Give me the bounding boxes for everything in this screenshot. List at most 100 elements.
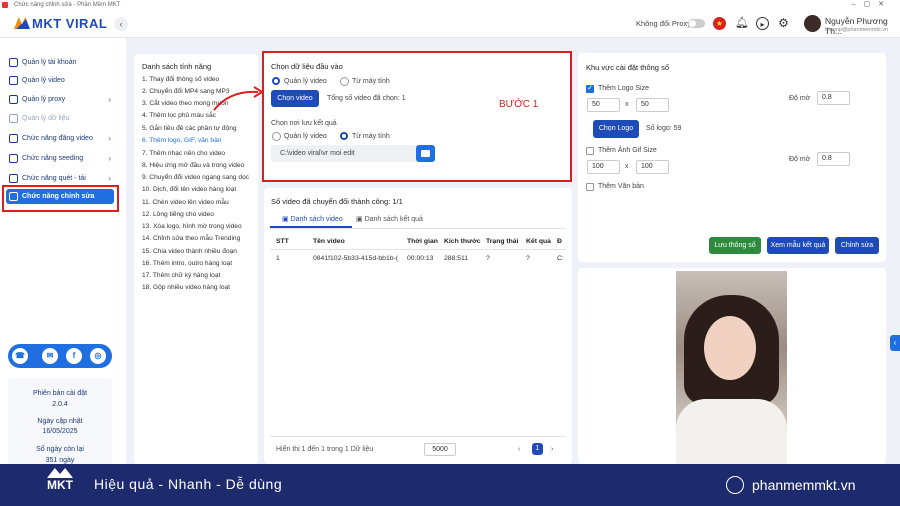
chevron-right-icon: ›	[108, 174, 111, 183]
feature-item[interactable]: 18. Gộp nhiều video hàng loạt	[142, 284, 230, 291]
sidebar-item-videos[interactable]: Quản lý video	[6, 73, 114, 88]
feature-item[interactable]: 12. Lồng tiếng cho video	[142, 211, 214, 218]
table-cell: C:	[557, 255, 564, 262]
feature-item-selected[interactable]: 6. Thêm logo, GIF, văn bản	[142, 137, 221, 144]
sidebar-item-seeding[interactable]: Chức năng seeding ›	[6, 151, 114, 166]
sidebar-item-scan[interactable]: Chức năng quét - tải ›	[6, 171, 114, 186]
gif-height-input[interactable]: 100	[636, 160, 669, 174]
feature-item[interactable]: 13. Xóa logo, hình mờ trong video	[142, 223, 242, 230]
gif-opacity-input[interactable]: 0.8	[817, 152, 850, 166]
results-panel	[264, 188, 572, 464]
column-header: STT	[276, 238, 289, 245]
choose-logo-button[interactable]: Chọn Logo	[593, 120, 639, 138]
sidebar-item-accounts[interactable]: Quản lý tài khoản	[6, 55, 114, 70]
tab-result-list[interactable]: ▣ Danh sách kết quả	[356, 215, 423, 223]
feature-item[interactable]: 8. Hiệu ứng mở đầu và trong video	[142, 162, 244, 169]
sidebar-item-upload[interactable]: Chức năng đăng video ›	[6, 131, 114, 146]
expand-panel-button[interactable]: ‹	[890, 335, 900, 351]
upload-icon	[9, 134, 18, 143]
logo-size-checkbox[interactable]	[586, 84, 594, 93]
logo-height-input[interactable]: 50	[636, 98, 669, 112]
text-label: Thêm Văn bản	[598, 183, 644, 190]
website-icon[interactable]: ◎	[90, 348, 106, 364]
logo-opacity-input[interactable]: 0.8	[817, 91, 850, 105]
feature-item[interactable]: 17. Thêm chữ ký hàng loạt	[142, 272, 220, 279]
feature-item[interactable]: 7. Thêm nhạc nền cho video	[142, 150, 225, 157]
text-checkbox[interactable]	[586, 183, 594, 191]
window-controls[interactable]: –▢✕	[852, 0, 892, 10]
feature-item[interactable]: 4. Thêm lọc phủ màu sắc	[142, 112, 216, 119]
highlight-edit-menu	[2, 185, 119, 212]
play-icon[interactable]: ▸	[756, 17, 769, 30]
collapse-sidebar-button[interactable]: ‹	[114, 17, 128, 31]
annotation-arrow	[213, 86, 264, 111]
edit-button[interactable]: Chỉnh sửa	[835, 237, 879, 254]
result-icon: ?	[526, 255, 530, 262]
tab-video-list[interactable]: ▣ Danh sách video	[282, 215, 343, 223]
column-header: Đ	[557, 238, 562, 245]
chevron-right-icon: ›	[108, 95, 111, 104]
table-cell: 288:511	[444, 255, 469, 262]
avatar[interactable]	[804, 15, 821, 32]
chevron-right-icon: ›	[108, 154, 111, 163]
gif-size-checkbox[interactable]	[586, 147, 594, 155]
video-preview-image[interactable]	[676, 271, 787, 464]
sidebar: Quản lý tài khoản Quản lý video Quản lý …	[0, 38, 126, 465]
sidebar-item-data[interactable]: Quản lý dữ liệu	[6, 111, 114, 126]
gif-opacity-label: Độ mờ	[789, 156, 811, 163]
feature-item[interactable]: 11. Chèn video lên video mẫu	[142, 199, 229, 206]
gear-icon[interactable]: ⚙	[777, 17, 790, 30]
proxy-toggle[interactable]	[688, 19, 705, 28]
page-number-button[interactable]: 1	[532, 443, 543, 455]
chevron-right-icon: ›	[108, 134, 111, 143]
feature-item[interactable]: 15. Chia video thành nhiều đoạn	[142, 248, 237, 255]
user-name[interactable]: Nguyễn Phương Th...	[825, 16, 900, 36]
save-settings-button[interactable]: Lưu thông số	[709, 237, 761, 254]
page-size-select[interactable]: 5000	[424, 443, 456, 456]
feature-list-title: Danh sách tính năng	[142, 62, 212, 71]
feature-item[interactable]: 16. Thêm intro, outro hàng loạt	[142, 260, 232, 267]
feature-item[interactable]: 9. Chuyển đổi video ngang sang dọc	[142, 174, 249, 181]
proxy-label: Không đổi Proxy	[636, 19, 692, 28]
results-title: Số video đã chuyển đổi thành công: 1/1	[271, 197, 403, 206]
support-icon[interactable]: ☎	[12, 348, 28, 364]
gif-width-input[interactable]: 100	[587, 160, 620, 174]
video-icon	[9, 76, 18, 85]
next-page-button[interactable]: ›	[551, 446, 553, 453]
list-icon: ▣	[282, 216, 291, 223]
preview-result-button[interactable]: Xem mẫu kết quả	[767, 237, 829, 254]
highlight-input-panel	[262, 51, 572, 182]
pagination-info: Hiển thị 1 đến 1 trong 1 Dữ liệu	[276, 446, 374, 453]
logo-size-label: Thêm Logo Size	[598, 85, 649, 92]
facebook-icon[interactable]: f	[66, 348, 82, 364]
prev-page-button[interactable]: ‹	[518, 446, 520, 453]
top-header: MKT VIRAL ‹ Không đổi Proxy ★ 🔔︎ ▸ ⚙ Ngu…	[0, 10, 900, 38]
seeding-icon	[9, 154, 18, 163]
logo-width-input[interactable]: 50	[587, 98, 620, 112]
update-label: Ngày cập nhật	[37, 418, 83, 425]
column-header: Thời gian	[407, 238, 438, 245]
table-cell: 1	[276, 255, 280, 262]
window-title: Chức năng chỉnh sửa - Phần Mềm MKT	[14, 2, 121, 8]
column-header: Kích thước	[444, 238, 481, 245]
divider	[270, 249, 566, 250]
gif-size-label: Thêm Ảnh Gif Size	[598, 147, 657, 154]
logo-opacity-label: Độ mờ	[789, 95, 811, 102]
bell-icon[interactable]: 🔔︎	[735, 17, 749, 30]
feature-item[interactable]: 1. Thay đổi thông số video	[142, 76, 219, 83]
x-label: x	[625, 101, 629, 108]
feature-item[interactable]: 10. Dịch, đổi tên video hàng loạt	[142, 186, 236, 193]
status-icon: ?	[486, 255, 490, 262]
feature-item[interactable]: 14. Chỉnh sửa theo mẫu Trending	[142, 235, 240, 242]
database-icon	[9, 114, 18, 123]
version-label: Phiên bản cài đặt	[32, 390, 88, 397]
table-cell: 00:00:13	[407, 255, 434, 262]
footer-website[interactable]: phanmemmkt.vn	[752, 477, 855, 493]
language-flag-icon[interactable]: ★	[713, 17, 726, 30]
messenger-icon[interactable]: ✉	[42, 348, 58, 364]
sidebar-item-proxy[interactable]: Quản lý proxy ›	[6, 92, 114, 107]
table-cell[interactable]: 0841f102-5b33-415d-bb1b-(	[313, 255, 401, 262]
feature-list-panel: Danh sách tính năng 1. Thay đổi thông số…	[134, 54, 258, 464]
column-header: Trạng thái	[486, 238, 519, 245]
feature-item[interactable]: 5. Gắn tiêu đề các phần tự động	[142, 125, 237, 132]
